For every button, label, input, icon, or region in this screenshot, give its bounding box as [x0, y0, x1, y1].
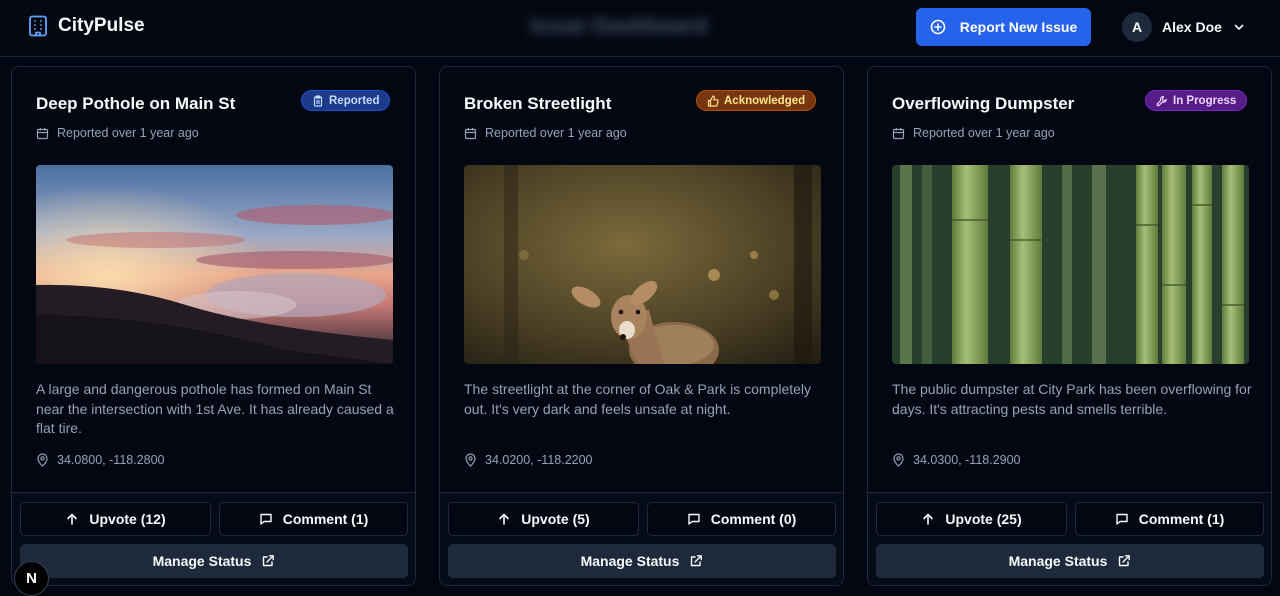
clipboard-icon	[312, 94, 324, 107]
reported-time: Reported over 1 year ago	[36, 126, 199, 140]
manage-status-button[interactable]: Manage Status	[448, 544, 836, 578]
fab-label: N	[26, 570, 37, 587]
status-badge: Acknowledged	[696, 90, 817, 111]
issue-photo-deer-in-forest	[464, 165, 821, 364]
issue-title[interactable]: Overflowing Dumpster	[892, 94, 1074, 114]
thumbs-up-icon	[707, 94, 719, 107]
coordinates: 34.0300, -118.2900	[892, 453, 1021, 467]
comment-button[interactable]: Comment (0)	[647, 502, 836, 536]
map-pin-icon	[464, 453, 477, 467]
comment-label: Comment (1)	[282, 511, 369, 527]
calendar-icon	[36, 127, 49, 140]
manage-status-label: Manage Status	[580, 553, 680, 569]
report-new-issue-button[interactable]: Report New Issue	[916, 8, 1091, 46]
external-link-icon	[689, 554, 703, 568]
reported-time: Reported over 1 year ago	[892, 126, 1055, 140]
issue-title[interactable]: Broken Streetlight	[464, 94, 611, 114]
coordinates: 34.0800, -118.2800	[36, 453, 165, 467]
manage-status-label: Manage Status	[1008, 553, 1108, 569]
issue-photo-bamboo-forest	[892, 165, 1249, 364]
external-link-icon	[261, 554, 275, 568]
avatar: A	[1122, 12, 1152, 42]
coordinates-text: 34.0200, -118.2200	[485, 453, 593, 467]
issue-card: Deep Pothole on Main St Reported Reporte…	[11, 66, 416, 586]
issue-description: A large and dangerous pothole has formed…	[36, 381, 394, 436]
app-header: CityPulse Issue Dashboard Report New Iss…	[0, 0, 1280, 57]
calendar-icon	[892, 127, 905, 140]
reported-time: Reported over 1 year ago	[464, 126, 627, 140]
upvote-button[interactable]: Upvote (25)	[876, 502, 1067, 536]
user-menu[interactable]: A Alex Doe	[1122, 12, 1246, 42]
issue-description: The public dumpster at City Park has bee…	[892, 381, 1252, 417]
plus-circle-icon	[930, 19, 946, 35]
status-badge: In Progress	[1145, 90, 1248, 111]
upvote-button[interactable]: Upvote (12)	[20, 502, 211, 536]
status-badge: Reported	[301, 90, 391, 111]
issue-photo-sunset-clouds	[36, 165, 393, 364]
upvote-label: Upvote (12)	[89, 511, 166, 527]
message-square-icon	[1115, 512, 1129, 526]
status-label: Acknowledged	[724, 94, 806, 107]
report-new-issue-label: Report New Issue	[959, 19, 1078, 35]
map-pin-icon	[892, 453, 905, 467]
card-actions: Upvote (5) Comment (0) Manage Status	[440, 492, 843, 585]
manage-status-button[interactable]: Manage Status	[20, 544, 408, 578]
coordinates-text: 34.0800, -118.2800	[57, 453, 165, 467]
message-square-icon	[687, 512, 701, 526]
arrow-up-icon	[921, 512, 935, 526]
manage-status-label: Manage Status	[152, 553, 252, 569]
external-link-icon	[1117, 554, 1131, 568]
arrow-up-icon	[65, 512, 79, 526]
app-name: CityPulse	[58, 15, 145, 36]
comment-label: Comment (0)	[710, 511, 797, 527]
upvote-label: Upvote (5)	[521, 511, 590, 527]
page-title: Issue Dashboard	[530, 13, 708, 38]
chevron-down-icon	[1232, 20, 1246, 34]
comment-button[interactable]: Comment (1)	[1075, 502, 1264, 536]
status-label: In Progress	[1173, 94, 1237, 107]
coordinates: 34.0200, -118.2200	[464, 453, 593, 467]
wrench-icon	[1156, 95, 1168, 107]
manage-status-button[interactable]: Manage Status	[876, 544, 1264, 578]
issue-card: Broken Streetlight Acknowledged Reported…	[439, 66, 844, 586]
issue-card: Overflowing Dumpster In Progress Reporte…	[867, 66, 1272, 586]
status-label: Reported	[329, 94, 380, 107]
reported-time-text: Reported over 1 year ago	[57, 126, 199, 140]
upvote-label: Upvote (25)	[945, 511, 1022, 527]
building-icon	[28, 15, 48, 37]
issue-description: The streetlight at the corner of Oak & P…	[464, 381, 812, 417]
calendar-icon	[464, 127, 477, 140]
dev-tools-button[interactable]: N	[14, 561, 49, 596]
issue-title[interactable]: Deep Pothole on Main St	[36, 94, 235, 114]
upvote-button[interactable]: Upvote (5)	[448, 502, 639, 536]
user-name: Alex Doe	[1162, 19, 1222, 35]
card-actions: Upvote (12) Comment (1) Manage Status	[12, 492, 415, 585]
app-logo[interactable]: CityPulse	[28, 15, 145, 37]
card-actions: Upvote (25) Comment (1) Manage Status	[868, 492, 1271, 585]
arrow-up-icon	[497, 512, 511, 526]
reported-time-text: Reported over 1 year ago	[913, 126, 1055, 140]
comment-label: Comment (1)	[1138, 511, 1225, 527]
map-pin-icon	[36, 453, 49, 467]
message-square-icon	[259, 512, 273, 526]
comment-button[interactable]: Comment (1)	[219, 502, 408, 536]
reported-time-text: Reported over 1 year ago	[485, 126, 627, 140]
coordinates-text: 34.0300, -118.2900	[913, 453, 1021, 467]
